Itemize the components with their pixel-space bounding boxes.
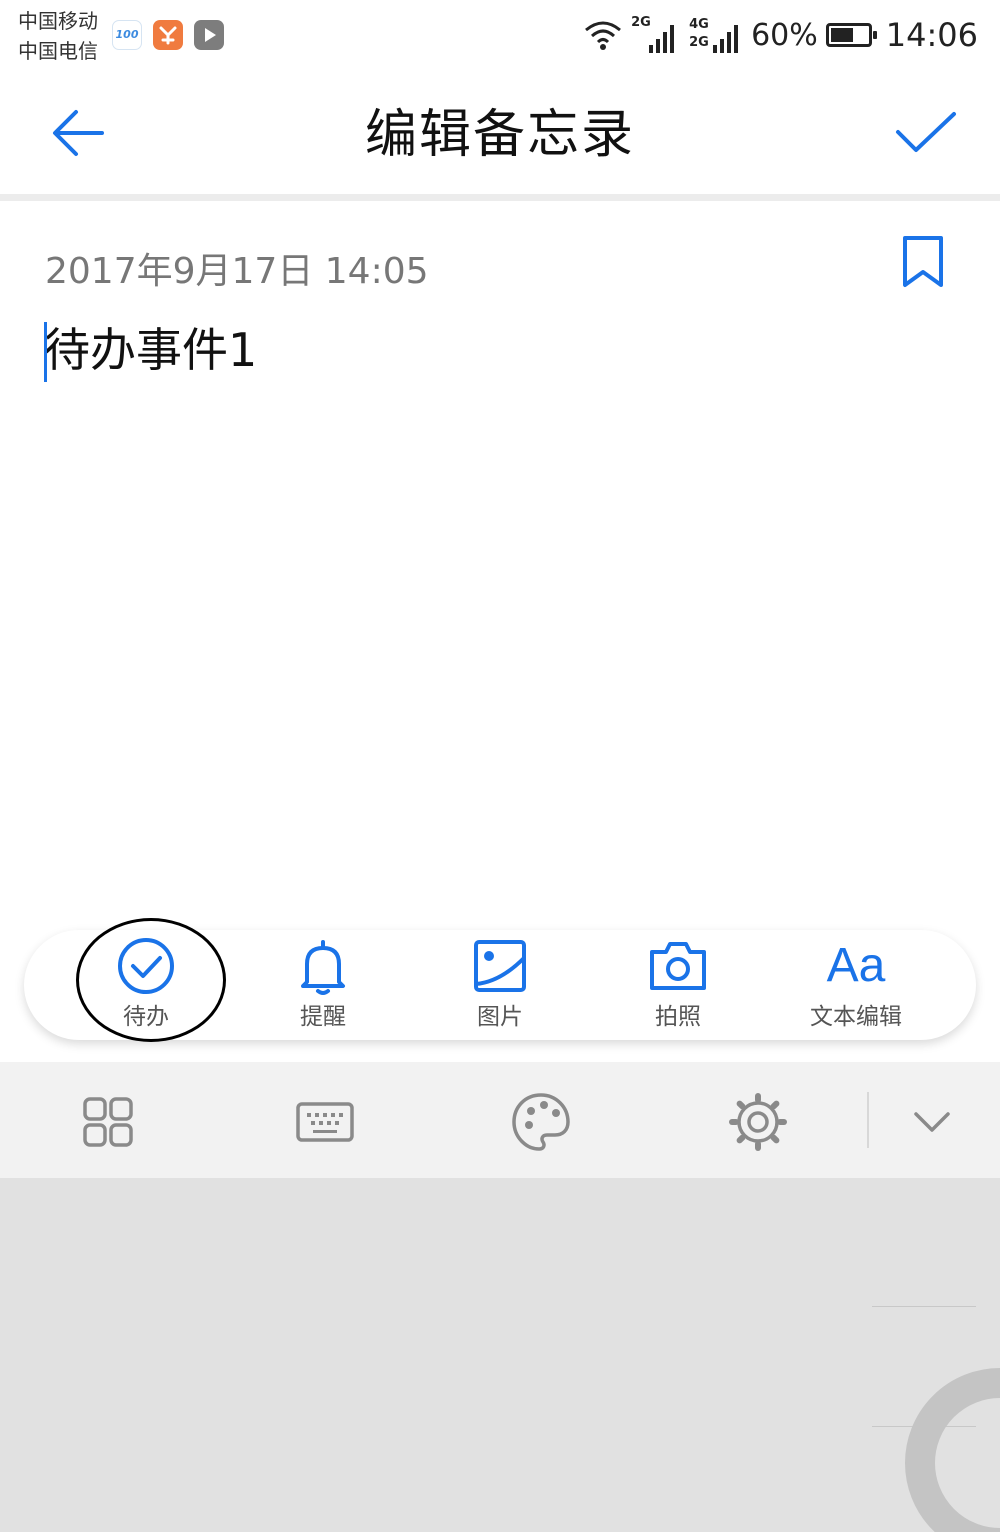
camera-label: 拍照 [655,1004,701,1030]
wifi-icon [585,21,622,50]
status-indicators: 2G 4G 2G 60% 14:06 [583,10,978,60]
battery-icon [825,23,877,47]
carrier-1: 中国移动 [18,9,98,33]
signal-1: 2G [631,15,681,55]
bookmark-icon [903,236,943,287]
chevron-down-icon [914,1112,950,1132]
battery-percent: 60% [751,17,818,53]
collapse-keyboard-button[interactable] [900,1090,964,1154]
page-title: 编辑备忘录 [364,105,635,165]
text-format-label: 文本编辑 [810,1004,902,1030]
reminder-button[interactable]: 提醒 [243,930,403,1040]
toolbar-separator [867,1092,869,1148]
keyboard-toolbar [0,1062,1000,1178]
title-divider [0,194,1000,201]
save-button[interactable] [890,98,960,168]
note-date: 2017年9月17日 14:05 [45,251,429,292]
carrier-info: 中国移动 中国电信 [18,6,98,66]
bell-icon [301,940,345,995]
app-100-icon: 100 [112,20,142,50]
theme-button[interactable] [509,1090,573,1154]
check-icon [896,112,956,152]
image-button[interactable]: 图片 [420,930,580,1040]
keyboard-button[interactable] [293,1090,357,1154]
editor-toolbar: 待办 提醒 图片 拍照 Aa 文本编辑 [24,930,976,1040]
image-icon [474,940,526,992]
image-label: 图片 [477,1004,523,1030]
bookmark-button[interactable] [900,234,946,290]
apps-button[interactable] [76,1090,140,1154]
screen: 中国移动 中国电信 100 2G 4G 2G 60% 14:06 编辑备忘录 2… [0,0,1000,1532]
settings-icon [729,1093,787,1151]
loading-spinner-icon [905,1368,1000,1532]
todo-label: 待办 [123,1004,169,1030]
status-bar: 中国移动 中国电信 100 2G 4G 2G 60% 14:06 [0,0,1000,72]
keyboard-line [872,1306,976,1307]
title-bar: 编辑备忘录 [0,72,1000,194]
palette-icon [512,1093,570,1151]
signal-1-icon [649,25,675,53]
keyboard-icon [296,1102,354,1142]
text-format-button[interactable]: Aa 文本编辑 [776,930,936,1040]
carrier-2: 中国电信 [18,39,98,63]
camera-icon [650,942,706,990]
todo-button[interactable]: 待办 [66,930,226,1040]
text-cursor [44,322,47,382]
check-circle-icon [118,938,174,994]
text-format-icon: Aa [826,939,886,992]
grid-icon [83,1097,133,1147]
camera-button[interactable]: 拍照 [598,930,758,1040]
clock: 14:06 [885,16,978,54]
reminder-label: 提醒 [300,1004,346,1030]
settings-button[interactable] [726,1090,790,1154]
app-notification-icon [153,20,183,50]
note-body-editor[interactable]: 待办事件1 [44,318,257,382]
keyboard-area [0,1178,1000,1532]
play-icon [194,20,224,50]
signal-2-icon [713,25,739,53]
signal-2: 4G 2G [689,15,743,55]
